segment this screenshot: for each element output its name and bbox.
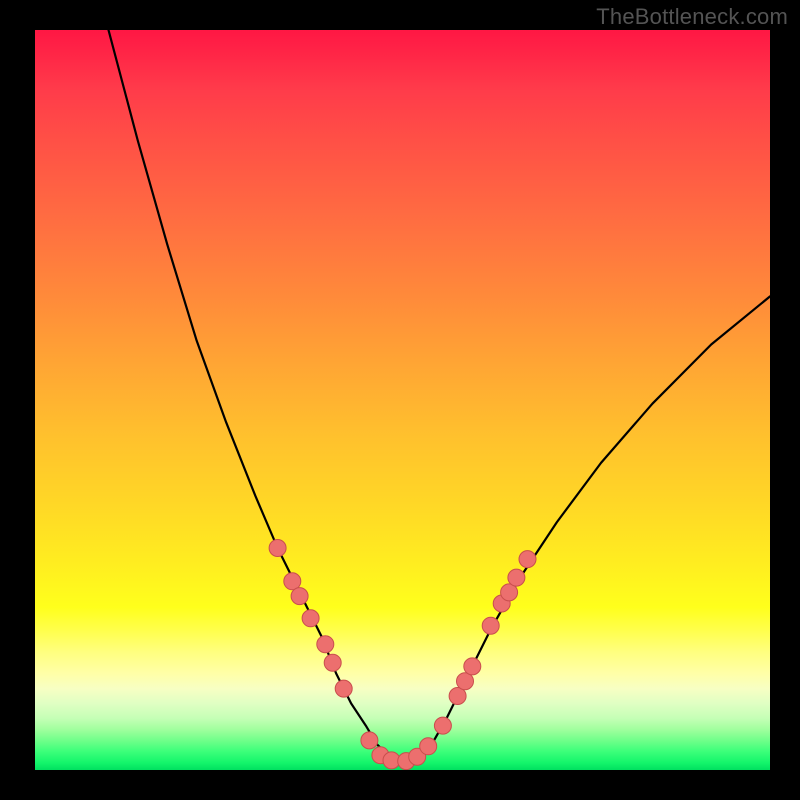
chart-frame: TheBottleneck.com — [0, 0, 800, 800]
sample-point — [508, 569, 525, 586]
sample-point — [464, 658, 481, 675]
sample-point — [317, 636, 334, 653]
chart-overlay — [35, 30, 770, 770]
sample-point — [335, 680, 352, 697]
marker-group — [269, 540, 536, 770]
plot-area — [35, 30, 770, 770]
bottleneck-curve — [109, 30, 771, 761]
sample-point — [324, 654, 341, 671]
sample-point — [291, 588, 308, 605]
sample-point — [361, 732, 378, 749]
sample-point — [482, 617, 499, 634]
sample-point — [302, 610, 319, 627]
watermark-text: TheBottleneck.com — [596, 4, 788, 30]
sample-point — [434, 717, 451, 734]
sample-point — [420, 738, 437, 755]
sample-point — [269, 540, 286, 557]
sample-point — [519, 551, 536, 568]
